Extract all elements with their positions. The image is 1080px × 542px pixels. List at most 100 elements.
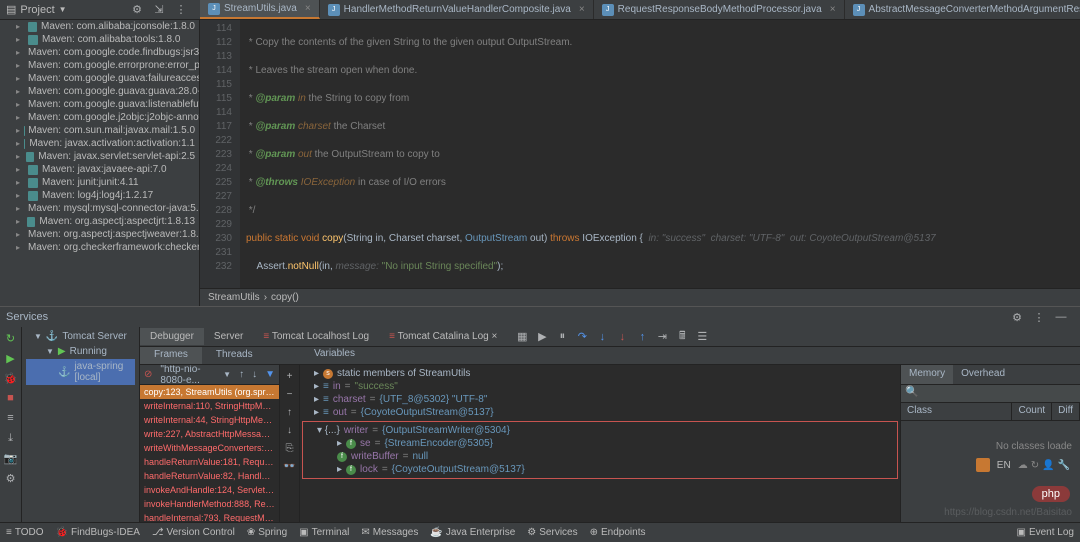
thread-selector[interactable]: ⊘ "http-nio-8080-e... ▼ ↑ ↓ ▼ — [140, 365, 279, 385]
tab-streamutils[interactable]: J StreamUtils.java × — [200, 0, 320, 19]
frame-item[interactable]: writeWithMessageConverters:298, Abstr — [140, 441, 279, 455]
down-icon[interactable]: ↓ — [283, 423, 297, 437]
collapse-icon[interactable]: ⇲ — [152, 3, 166, 17]
tree-item[interactable]: ▸Maven: mysql:mysql-connector-java:5.1.4… — [0, 202, 199, 215]
var-out[interactable]: ▸ ≡ out = {CoyoteOutputStream@5137} — [302, 406, 898, 419]
pause-icon[interactable]: ⏸ — [555, 330, 569, 344]
tree-item[interactable]: ▸Maven: junit:junit:4.11 — [0, 176, 199, 189]
frames-tab[interactable]: Frames — [140, 347, 202, 364]
glasses-icon[interactable]: 👓 — [283, 459, 297, 473]
frames-panel[interactable]: ⊘ "http-nio-8080-e... ▼ ↑ ↓ ▼ copy:123, … — [140, 365, 280, 522]
close-icon[interactable]: × — [305, 3, 311, 14]
var-writer[interactable]: ▾ {...} writer = {OutputStreamWriter@530… — [305, 424, 895, 437]
code-content[interactable]: * Copy the contents of the given String … — [240, 20, 1080, 288]
endpoints-button[interactable]: ⊕ Endpoints — [590, 527, 646, 538]
tree-item[interactable]: ▸Maven: javax.activation:activation:1.1 — [0, 137, 199, 150]
gear-icon[interactable]: ⚙ — [130, 3, 144, 17]
step-into-icon[interactable]: ↓ — [595, 330, 609, 344]
col-diff[interactable]: Diff — [1052, 403, 1080, 420]
tab-catalina-log[interactable]: ≡ Tomcat Catalina Log × — [379, 328, 507, 345]
photo-icon[interactable]: 📷 — [4, 451, 18, 465]
col-count[interactable]: Count — [1012, 403, 1052, 420]
debug-icon[interactable]: 🐞 — [4, 371, 18, 385]
variables-panel[interactable]: + − ↑ ↓ ⎘ 👓 ▸ s static members of Stream… — [280, 365, 900, 522]
filter-icon[interactable]: ▼ — [265, 369, 275, 380]
refresh-icon[interactable]: ↻ — [1031, 460, 1039, 471]
var-static[interactable]: ▸ s static members of StreamUtils — [302, 367, 898, 380]
run-icon[interactable]: ▶ — [4, 351, 18, 365]
resume-icon[interactable]: ▶ — [535, 330, 549, 344]
hide-icon[interactable]: — — [1054, 310, 1068, 324]
frame-item[interactable]: handleReturnValue:181, RequestRespo — [140, 455, 279, 469]
var-writebuffer[interactable]: f writeBuffer = null — [305, 450, 895, 463]
messages-button[interactable]: ✉ Messages — [361, 527, 418, 538]
gear-icon[interactable]: ⚙ — [1010, 310, 1024, 324]
tree-item[interactable]: ▸Maven: com.google.code.findbugs:jsr305:… — [0, 46, 199, 59]
spring-button[interactable]: ❀ Spring — [247, 527, 287, 538]
close-icon[interactable]: × — [830, 4, 836, 15]
tab-request-response[interactable]: J RequestResponseBodyMethodProcessor.jav… — [594, 0, 845, 19]
tree-item[interactable]: ▸Maven: log4j:log4j:1.2.17 — [0, 189, 199, 202]
findbugs-button[interactable]: 🐞 FindBugs-IDEA — [56, 527, 140, 538]
force-step-icon[interactable]: ↓ — [615, 330, 629, 344]
var-in[interactable]: ▸ ≡ in = "success" — [302, 380, 898, 393]
tree-item[interactable]: ▸Maven: com.google.j2objc:j2objc-annotat… — [0, 111, 199, 124]
event-log-button[interactable]: ▣ Event Log — [1017, 527, 1075, 538]
stop-icon[interactable]: ■ — [4, 391, 18, 405]
rerun-icon[interactable]: ↻ — [4, 331, 18, 345]
tree-item[interactable]: ▸Maven: org.aspectj:aspectjrt:1.8.13 — [0, 215, 199, 228]
close-icon[interactable]: × — [579, 4, 585, 15]
next-frame-icon[interactable]: ↓ — [252, 369, 257, 380]
frame-item[interactable]: writeInternal:110, StringHttpMessageC — [140, 399, 279, 413]
tab-abstract-converter[interactable]: J AbstractMessageConverterMethodArgument… — [845, 0, 1080, 19]
cloud-icon[interactable]: ☁ — [1018, 460, 1028, 471]
terminal-button[interactable]: ▣ Terminal — [299, 527, 349, 538]
javaee-button[interactable]: ☕ Java Enterprise — [430, 527, 515, 538]
editor[interactable]: 1141121131141151151141172222232242252272… — [200, 20, 1080, 306]
memory-tab[interactable]: Memory — [901, 365, 953, 384]
more-icon[interactable]: ⋮ — [1032, 310, 1046, 324]
var-lock[interactable]: ▸ f lock = {CoyoteOutputStream@5137} — [305, 463, 895, 476]
tab-handler-composite[interactable]: J HandlerMethodReturnValueHandlerComposi… — [320, 0, 594, 19]
tool-icon[interactable] — [976, 458, 990, 472]
tab-server[interactable]: Server — [204, 328, 253, 345]
settings-icon[interactable]: ⚙ — [4, 471, 18, 485]
tomcat-server-node[interactable]: ▼ ⚓ Tomcat Server — [26, 329, 135, 344]
tab-localhost-log[interactable]: ≡ Tomcat Localhost Log — [253, 328, 379, 345]
project-tree[interactable]: ▸Maven: com.alibaba:jconsole:1.8.0▸Maven… — [0, 20, 200, 306]
tree-item[interactable]: ▸Maven: com.alibaba:tools:1.8.0 — [0, 33, 199, 46]
tree-item[interactable]: ▸Maven: com.alibaba:jconsole:1.8.0 — [0, 20, 199, 33]
trace-icon[interactable]: ☰ — [695, 330, 709, 344]
breadcrumb[interactable]: StreamUtils › copy() — [200, 288, 1080, 306]
tree-item[interactable]: ▸Maven: com.google.guava:failureaccess:1… — [0, 72, 199, 85]
tree-item[interactable]: ▸Maven: javax:javaee-api:7.0 — [0, 163, 199, 176]
threads-tab[interactable]: Threads — [202, 347, 267, 364]
tree-item[interactable]: ▸Maven: org.aspectj:aspectjweaver:1.8.13 — [0, 228, 199, 241]
filter-icon[interactable]: ≡ — [4, 411, 18, 425]
tree-item[interactable]: ▸Maven: com.sun.mail:javax.mail:1.5.0 — [0, 124, 199, 137]
step-over-icon[interactable]: ↷ — [575, 330, 589, 344]
frame-item[interactable]: invokeAndHandle:124, ServletInvocable — [140, 483, 279, 497]
todo-button[interactable]: ≡ TODO — [6, 527, 44, 538]
tab-debugger[interactable]: Debugger — [140, 328, 204, 345]
frame-item[interactable]: handleInternal:793, RequestMappingHa — [140, 511, 279, 522]
lang-badge[interactable]: EN — [997, 460, 1011, 471]
tree-item[interactable]: ▸Maven: javax.servlet:servlet-api:2.5 — [0, 150, 199, 163]
prev-frame-icon[interactable]: ↑ — [239, 369, 244, 380]
up-icon[interactable]: ↑ — [283, 405, 297, 419]
config-node[interactable]: ⚓ java-spring [local] — [26, 359, 135, 385]
var-charset[interactable]: ▸ ≡ charset = {UTF_8@5302} "UTF-8" — [302, 393, 898, 406]
person-icon[interactable]: 👤 — [1042, 460, 1054, 471]
frame-item[interactable]: invokeHandlerMethod:888, RequestMap — [140, 497, 279, 511]
services-button[interactable]: ⚙ Services — [527, 527, 577, 538]
frame-item[interactable]: copy:123, StreamUtils (org.springframe — [140, 385, 279, 399]
overhead-tab[interactable]: Overhead — [953, 365, 1013, 384]
step-out-icon[interactable]: ↑ — [635, 330, 649, 344]
project-header[interactable]: ▤ Project ▼ ⚙ ⇲ ⋮ — [0, 0, 200, 19]
more-icon[interactable]: ⋮ — [174, 3, 188, 17]
run-to-cursor-icon[interactable]: ⇥ — [655, 330, 669, 344]
var-se[interactable]: ▸ f se = {StreamEncoder@5305} — [305, 437, 895, 450]
remove-watch-icon[interactable]: − — [283, 387, 297, 401]
memory-search[interactable]: 🔍 — [901, 385, 1080, 403]
evaluate-icon[interactable]: 🖩 — [675, 330, 689, 344]
